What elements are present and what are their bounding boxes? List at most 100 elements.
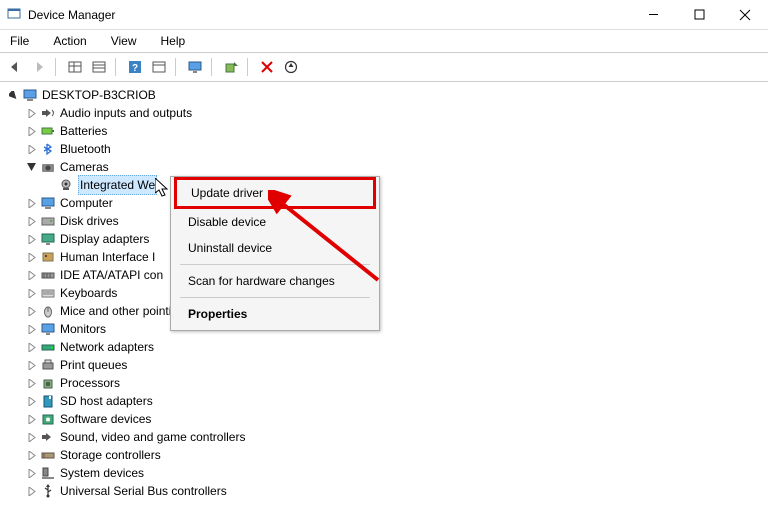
tree-item-camera-device[interactable]: Integrated We [6,176,762,194]
tree-item[interactable]: IDE ATA/ATAPI con [6,266,762,284]
expand-toggle[interactable] [24,142,38,156]
window-controls [630,0,768,30]
tree-item[interactable]: Universal Serial Bus controllers [6,482,762,500]
help-icon[interactable]: ? [124,56,146,78]
menu-action[interactable]: Action [47,32,92,50]
toolbar: ? [0,52,768,82]
expand-toggle[interactable] [24,232,38,246]
close-button[interactable] [722,0,768,30]
back-button[interactable] [4,56,26,78]
tree-item[interactable]: Disk drives [6,212,762,230]
device-tree: DESKTOP-B3CRIOB Audio inputs and outputs… [0,82,768,504]
expand-toggle[interactable] [24,268,38,282]
device-category-icon [40,375,56,391]
tree-item[interactable]: Computer [6,194,762,212]
uninstall-icon[interactable] [256,56,278,78]
device-category-icon [40,285,56,301]
tree-item-label: Processors [60,374,120,392]
tree-item[interactable]: Keyboards [6,284,762,302]
expand-toggle[interactable] [24,106,38,120]
tree-item-label: Bluetooth [60,140,111,158]
tree-item[interactable]: Batteries [6,122,762,140]
tree-item-label: Integrated We [78,175,157,195]
expand-toggle[interactable] [24,358,38,372]
tree-item-label: Audio inputs and outputs [60,104,192,122]
window-titlebar: Device Manager [0,0,768,30]
minimize-button[interactable] [630,0,676,30]
tree-item-label: Keyboards [60,284,117,302]
menu-view[interactable]: View [105,32,143,50]
tree-item[interactable]: Print queues [6,356,762,374]
tree-item-label: Universal Serial Bus controllers [60,482,227,500]
tree-item[interactable]: Bluetooth [6,140,762,158]
expand-toggle[interactable] [24,124,38,138]
tree-item-label: Monitors [60,320,106,338]
expand-toggle[interactable] [24,250,38,264]
tree-item[interactable]: SD host adapters [6,392,762,410]
list-icon[interactable] [88,56,110,78]
expand-toggle[interactable] [24,322,38,336]
scan-hardware-icon[interactable] [220,56,242,78]
tree-item[interactable]: System devices [6,464,762,482]
tree-item-label: Disk drives [60,212,119,230]
context-uninstall-device[interactable]: Uninstall device [174,235,376,261]
tree-item-label: Storage controllers [60,446,161,464]
device-category-icon [40,105,56,121]
expand-toggle[interactable] [24,304,38,318]
tree-root[interactable]: DESKTOP-B3CRIOB [6,86,762,104]
expand-toggle[interactable] [24,448,38,462]
menubar: File Action View Help [0,30,768,52]
properties-icon[interactable] [148,56,170,78]
device-category-icon [40,231,56,247]
expand-toggle[interactable] [24,466,38,480]
expand-toggle[interactable] [6,88,20,102]
expand-toggle[interactable] [24,286,38,300]
expand-toggle[interactable] [24,160,38,174]
tree-item[interactable]: Audio inputs and outputs [6,104,762,122]
context-update-driver[interactable]: Update driver [177,180,373,206]
tree-item[interactable]: Monitors [6,320,762,338]
expand-toggle[interactable] [24,484,38,498]
device-category-icon [40,321,56,337]
tree-item[interactable]: Cameras [6,158,762,176]
expand-toggle[interactable] [24,196,38,210]
update-driver-icon[interactable] [280,56,302,78]
tree-item-label: Computer [60,194,113,212]
monitor-icon[interactable] [184,56,206,78]
expand-toggle[interactable] [24,394,38,408]
device-category-icon [40,393,56,409]
forward-button[interactable] [28,56,50,78]
expand-toggle[interactable] [24,376,38,390]
tree-item[interactable]: Storage controllers [6,446,762,464]
context-disable-device[interactable]: Disable device [174,209,376,235]
expand-toggle[interactable] [24,340,38,354]
context-scan-hardware[interactable]: Scan for hardware changes [174,268,376,294]
tree-item[interactable]: Processors [6,374,762,392]
tree-item[interactable]: Network adapters [6,338,762,356]
tree-item-label: IDE ATA/ATAPI con [60,266,163,284]
tree-item-label: Print queues [60,356,127,374]
menu-help[interactable]: Help [155,32,192,50]
tree-item-label: System devices [60,464,144,482]
context-properties[interactable]: Properties [174,301,376,327]
computer-icon [22,87,38,103]
window-title: Device Manager [28,8,630,22]
device-category-icon [40,357,56,373]
webcam-icon [58,177,74,193]
tree-item[interactable]: Human Interface I [6,248,762,266]
expand-toggle[interactable] [24,412,38,426]
tree-item[interactable]: Mice and other pointing devices [6,302,762,320]
tree-item[interactable]: Software devices [6,410,762,428]
device-category-icon [40,483,56,499]
tree-item-label: Batteries [60,122,107,140]
expand-toggle[interactable] [24,214,38,228]
maximize-button[interactable] [676,0,722,30]
menu-file[interactable]: File [4,32,35,50]
tree-item[interactable]: Sound, video and game controllers [6,428,762,446]
show-hidden-icon[interactable] [64,56,86,78]
tree-item[interactable]: Display adapters [6,230,762,248]
svg-text:?: ? [132,63,138,74]
device-category-icon [40,141,56,157]
expand-toggle[interactable] [24,430,38,444]
tree-item-label: Display adapters [60,230,149,248]
